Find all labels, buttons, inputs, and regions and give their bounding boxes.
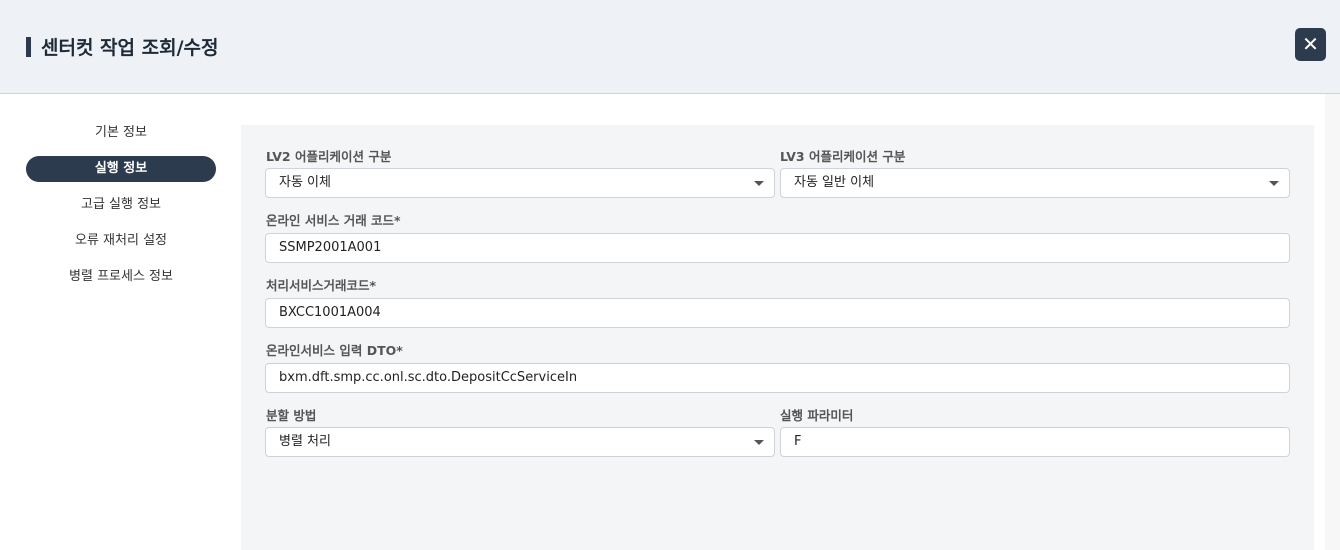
lv2-value: 자동 이체 <box>279 175 331 190</box>
scrollbar[interactable] <box>1325 94 1340 550</box>
lv2-select[interactable]: 자동 이체 <box>265 168 775 198</box>
online-code-label: 온라인 서비스 거래 코드* <box>266 213 401 228</box>
lv3-select[interactable]: 자동 일반 이체 <box>780 168 1290 198</box>
lv2-label: LV2 어플리케이션 구분 <box>266 149 392 164</box>
chevron-down-icon <box>754 440 764 445</box>
split-select[interactable]: 병렬 처리 <box>265 427 775 457</box>
online-code-input[interactable]: SSMP2001A001 <box>265 233 1290 263</box>
split-value: 병렬 처리 <box>279 434 331 449</box>
page-title: 센터컷 작업 조회/수정 <box>41 37 219 59</box>
lv3-value: 자동 일반 이체 <box>794 175 875 190</box>
process-code-label: 처리서비스거래코드* <box>266 278 377 293</box>
lv3-label: LV3 어플리케이션 구분 <box>780 149 906 164</box>
nav-item-advanced-execution-info[interactable]: 고급 실행 정보 <box>26 192 216 218</box>
input-dto-label: 온라인서비스 입력 DTO* <box>266 343 403 358</box>
chevron-down-icon <box>754 181 764 186</box>
split-label: 분할 방법 <box>266 408 317 423</box>
close-icon: ✕ <box>1302 32 1319 56</box>
nav-item-error-retry-settings[interactable]: 오류 재처리 설정 <box>26 228 216 254</box>
param-label: 실행 파라미터 <box>780 408 854 423</box>
form-panel: LV2 어플리케이션 구분 LV3 어플리케이션 구분 자동 이체 자동 일반 … <box>241 125 1314 550</box>
input-dto-input[interactable]: bxm.dft.smp.cc.onl.sc.dto.DepositCcServi… <box>265 363 1290 393</box>
nav-item-parallel-process-info[interactable]: 병렬 프로세스 정보 <box>26 264 216 290</box>
header: 센터컷 작업 조회/수정 ✕ <box>0 0 1340 94</box>
title-accent-bar <box>26 37 31 57</box>
nav-item-basic-info[interactable]: 기본 정보 <box>26 120 216 146</box>
process-code-input[interactable]: BXCC1001A004 <box>265 298 1290 328</box>
side-nav: 기본 정보 실행 정보 고급 실행 정보 오류 재처리 설정 병렬 프로세스 정… <box>26 120 216 300</box>
chevron-down-icon <box>1269 181 1279 186</box>
close-button[interactable]: ✕ <box>1295 28 1326 61</box>
nav-item-execution-info[interactable]: 실행 정보 <box>26 156 216 182</box>
param-input[interactable]: F <box>780 427 1290 457</box>
